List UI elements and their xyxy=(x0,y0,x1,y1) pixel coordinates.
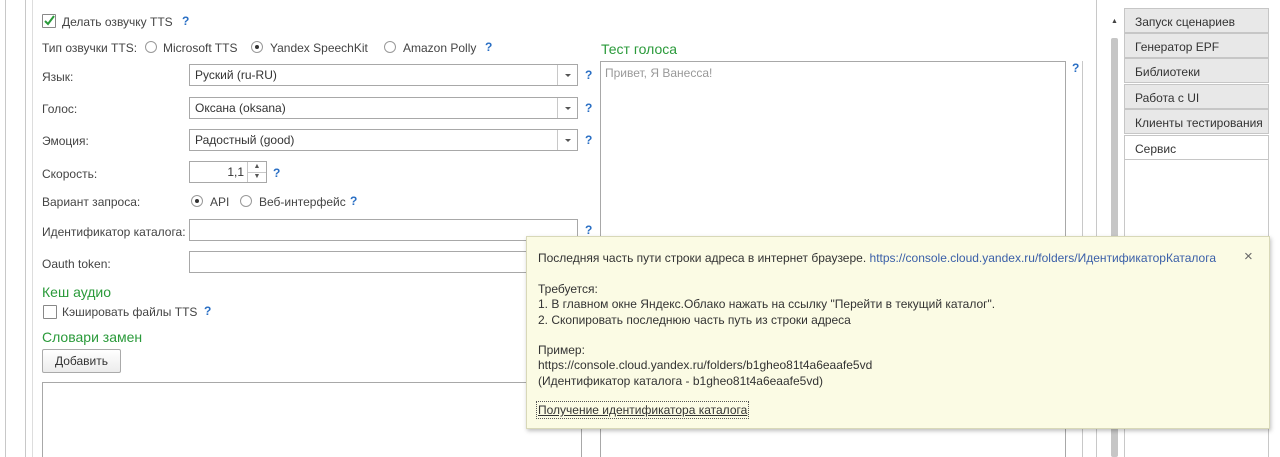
tts-type-label: Тип озвучки TTS: xyxy=(42,41,138,55)
tab-epf-generator[interactable]: Генератор EPF xyxy=(1124,33,1269,58)
catalog-id-tooltip: Последняя часть пути строки адреса в инт… xyxy=(526,236,1270,429)
help-icon[interactable]: ? xyxy=(204,304,211,318)
chevron-down-icon[interactable] xyxy=(557,65,577,85)
tab-test-clients[interactable]: Клиенты тестирования xyxy=(1124,109,1269,134)
radio-label-api: API xyxy=(210,195,230,209)
dictionaries-table[interactable] xyxy=(42,382,582,457)
catalog-id-input[interactable] xyxy=(189,219,578,241)
tab-test-clients-label: Клиенты тестирования xyxy=(1135,116,1263,130)
speed-stepper[interactable]: 1,1 ▲ ▼ xyxy=(189,161,267,183)
tooltip-console-link[interactable]: https://console.cloud.yandex.ru/folders/… xyxy=(870,251,1217,265)
add-button-label: Добавить xyxy=(54,354,109,368)
frame-line xyxy=(25,0,26,457)
tab-service-label: Сервис xyxy=(1135,142,1177,156)
help-icon[interactable]: ? xyxy=(485,40,492,54)
tooltip-required: Требуется: xyxy=(538,282,598,296)
radio-web-interface[interactable] xyxy=(240,195,252,207)
tab-run-scenarios[interactable]: Запуск сценариев xyxy=(1124,8,1269,33)
stepper-down-icon[interactable]: ▼ xyxy=(247,172,266,182)
scroll-up-icon[interactable]: ▲ xyxy=(1111,18,1118,25)
chevron-down-icon[interactable] xyxy=(557,130,577,150)
frame-line xyxy=(5,0,6,457)
radio-yandex-speechkit[interactable] xyxy=(251,41,263,53)
speed-value: 1,1 xyxy=(227,165,244,179)
radio-microsoft-tts[interactable] xyxy=(145,41,157,53)
tts-enable-checkbox[interactable] xyxy=(42,14,56,28)
voice-select[interactable]: Оксана (oksana) xyxy=(189,97,578,119)
voice-test-placeholder: Привет, Я Ванесса! xyxy=(605,66,713,80)
tooltip-line1-text: Последняя часть пути строки адреса в инт… xyxy=(538,251,867,265)
frame-line xyxy=(32,0,33,457)
tooltip-example-link[interactable]: https://console.cloud.yandex.ru/folders/… xyxy=(538,358,872,372)
tab-epf-generator-label: Генератор EPF xyxy=(1135,40,1220,54)
speed-label: Скорость: xyxy=(42,167,98,181)
tab-libraries[interactable]: Библиотеки xyxy=(1124,58,1269,83)
tab-libraries-label: Библиотеки xyxy=(1135,65,1201,79)
check-icon xyxy=(44,15,55,26)
tooltip-step1: 1. В главном окне Яндекс.Облако нажать н… xyxy=(538,297,996,311)
tooltip-help-link[interactable]: Получение идентификатора каталога xyxy=(535,401,750,419)
help-icon[interactable]: ? xyxy=(350,194,357,208)
chevron-down-icon[interactable] xyxy=(557,98,577,118)
close-icon[interactable]: × xyxy=(1244,248,1253,265)
catalog-id-label: Идентификатор каталога: xyxy=(42,225,186,239)
help-icon[interactable]: ? xyxy=(182,14,189,28)
tooltip-step2: 2. Скопировать последнюю часть путь из с… xyxy=(538,313,851,327)
tab-ui-work-label: Работа с UI xyxy=(1135,91,1200,105)
emotion-value: Радостный (good) xyxy=(195,133,295,147)
language-value: Руский (ru-RU) xyxy=(195,68,277,82)
language-select[interactable]: Руский (ru-RU) xyxy=(189,64,578,86)
help-icon[interactable]: ? xyxy=(585,223,592,237)
help-icon[interactable]: ? xyxy=(585,133,592,147)
emotion-label: Эмоция: xyxy=(42,134,89,148)
tooltip-example: Пример: xyxy=(538,343,585,357)
radio-label-microsoft-tts: Microsoft TTS xyxy=(163,41,238,55)
emotion-select[interactable]: Радостный (good) xyxy=(189,129,578,151)
cache-section-title: Кеш аудио xyxy=(42,284,112,300)
voice-label: Голос: xyxy=(42,102,78,116)
tab-ui-work[interactable]: Работа с UI xyxy=(1124,84,1269,109)
dictionaries-section-title: Словари замен xyxy=(42,329,143,345)
help-icon[interactable]: ? xyxy=(585,68,592,82)
tooltip-line1: Последняя часть пути строки адреса в инт… xyxy=(538,251,1216,265)
radio-label-yandex-speechkit: Yandex SpeechKit xyxy=(270,41,368,55)
tts-enable-label: Делать озвучку TTS xyxy=(62,15,173,29)
tab-run-scenarios-label: Запуск сценариев xyxy=(1135,15,1236,29)
voice-value: Оксана (oksana) xyxy=(195,101,286,115)
cache-tts-label: Кэшировать файлы TTS xyxy=(62,305,198,319)
radio-amazon-polly[interactable] xyxy=(384,41,396,53)
add-button[interactable]: Добавить xyxy=(42,349,121,373)
request-variant-label: Вариант запроса: xyxy=(42,195,141,209)
oauth-token-label: Oauth token: xyxy=(42,257,111,271)
voice-test-title: Тест голоса xyxy=(601,41,678,57)
cache-tts-checkbox[interactable] xyxy=(43,305,57,319)
tooltip-example-note: (Идентификатор каталога - b1gheo81t4a6ea… xyxy=(538,374,824,388)
oauth-token-input[interactable] xyxy=(189,251,578,273)
radio-label-amazon-polly: Amazon Polly xyxy=(403,41,477,55)
help-icon[interactable]: ? xyxy=(585,101,592,115)
tab-service[interactable]: Сервис xyxy=(1124,135,1269,160)
help-icon[interactable]: ? xyxy=(1072,61,1079,75)
help-icon[interactable]: ? xyxy=(273,166,280,180)
language-label: Язык: xyxy=(42,70,74,84)
radio-label-web-interface: Веб-интерфейс xyxy=(259,195,346,209)
radio-api[interactable] xyxy=(191,195,203,207)
